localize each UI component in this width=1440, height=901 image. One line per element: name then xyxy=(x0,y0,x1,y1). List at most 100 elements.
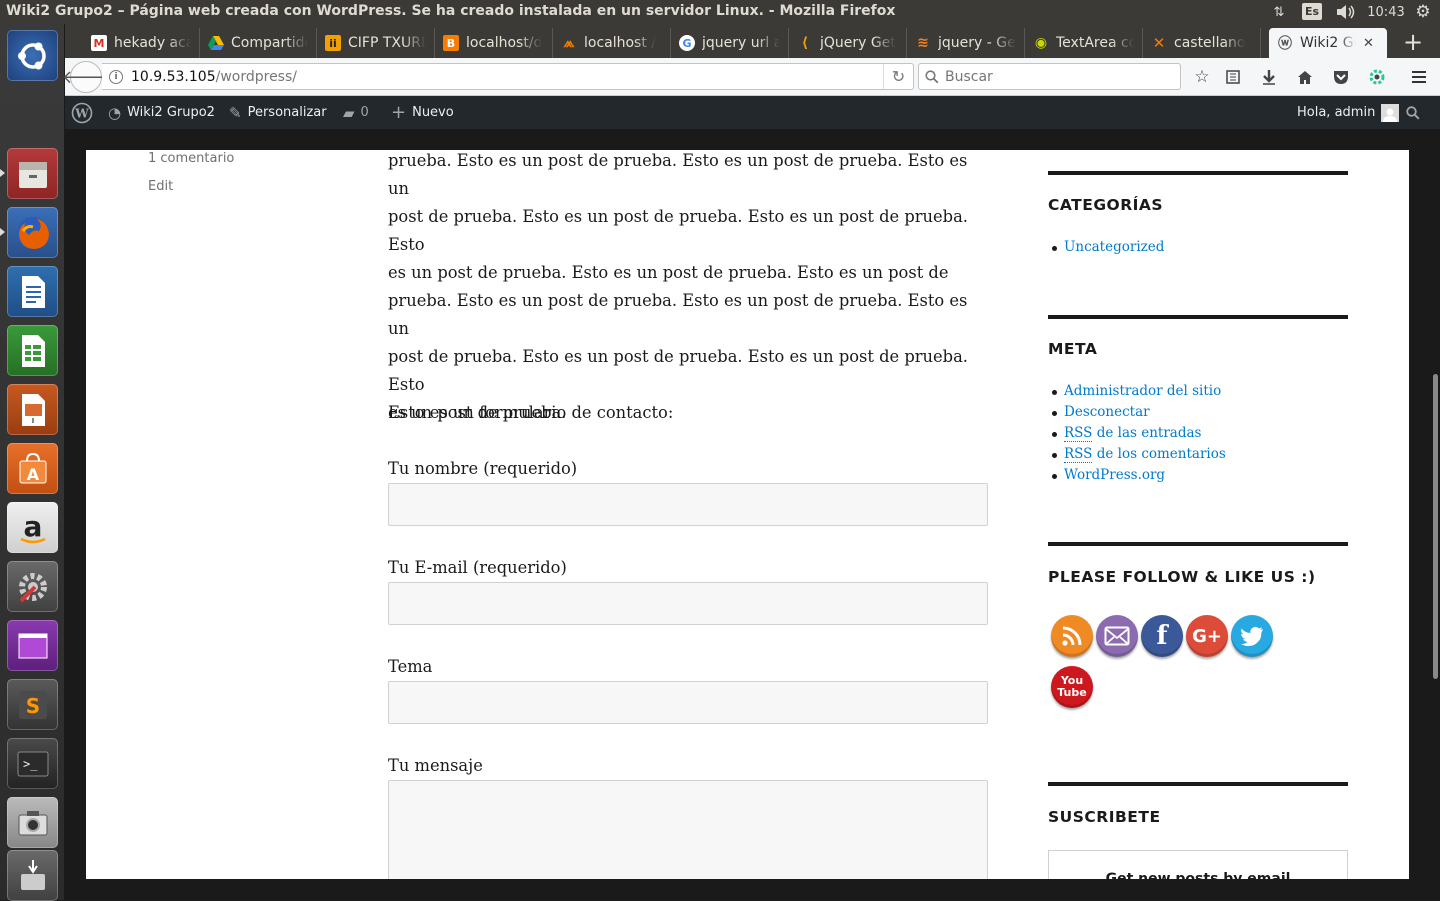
window-title: Wiki2 Grupo2 – Página web creada con Wor… xyxy=(6,3,896,19)
wp-account-item[interactable]: Hola, admin xyxy=(1297,96,1400,129)
libreoffice-calc-icon[interactable] xyxy=(7,325,58,376)
libreoffice-writer-icon[interactable] xyxy=(7,266,58,317)
wp-comments-item[interactable]: ▰ 0 xyxy=(343,96,369,129)
google-plus-social-icon[interactable]: G+ xyxy=(1186,615,1228,657)
email-label: Tu E-mail (requerido) xyxy=(388,558,567,577)
rss-abbr: RSS xyxy=(1064,446,1093,463)
reload-icon[interactable]: ↻ xyxy=(883,64,913,89)
youtube-social-icon[interactable]: You Tube xyxy=(1051,666,1093,708)
name-label: Tu nombre (requerido) xyxy=(388,459,578,478)
wp-site-name-item[interactable]: ◔ Wiki2 Grupo2 xyxy=(108,96,215,129)
sublime-text-icon[interactable]: S xyxy=(7,679,58,730)
keyboard-layout-indicator[interactable]: Es xyxy=(1302,3,1322,20)
list-item: WordPress.org xyxy=(1048,465,1226,486)
tab-label: Wiki2 Gru xyxy=(1300,35,1356,51)
post-body: prueba. Esto es un post de prueba. Esto … xyxy=(388,150,988,427)
firefox-icon[interactable] xyxy=(7,207,58,258)
hamburger-menu-icon[interactable] xyxy=(1405,63,1433,91)
meta-list: Administrador del sitio Desconectar RSS … xyxy=(1048,381,1226,486)
edit-link[interactable]: Edit xyxy=(148,179,173,194)
search-input[interactable] xyxy=(945,68,1165,85)
camera-icon[interactable] xyxy=(7,797,58,848)
email-input[interactable] xyxy=(388,582,988,625)
ubuntu-dash-icon[interactable] xyxy=(7,30,58,81)
wp-new-item[interactable]: + Nuevo xyxy=(391,96,454,129)
tab-close-icon[interactable]: ✕ xyxy=(1363,36,1374,51)
list-item: RSS de las entradas xyxy=(1048,423,1226,444)
rss-social-icon[interactable] xyxy=(1051,615,1093,657)
workspace-switcher-icon[interactable] xyxy=(7,620,58,671)
pocket-icon[interactable] xyxy=(1327,63,1355,91)
wordpress-logo-icon[interactable]: W xyxy=(71,96,93,129)
tab-gmail[interactable]: M hekady aca xyxy=(83,28,200,58)
logout-link[interactable]: Desconectar xyxy=(1064,404,1150,420)
new-tab-button[interactable]: + xyxy=(1398,28,1428,56)
libreoffice-impress-icon[interactable] xyxy=(7,384,58,435)
url-bar[interactable]: i 10.9.53.105/wordpress/ ↻ xyxy=(102,63,914,90)
tab-localhost-1[interactable]: B localhost/d xyxy=(435,28,553,58)
facebook-social-icon[interactable]: f xyxy=(1141,615,1183,657)
bookmark-star-icon[interactable]: ☆ xyxy=(1188,63,1216,91)
comment-bubble-icon: ▰ xyxy=(343,103,355,122)
site-info-icon[interactable]: i xyxy=(109,69,123,84)
downloads-icon[interactable] xyxy=(1255,63,1283,91)
tab-localhost-2[interactable]: ⩕ localhost / xyxy=(553,28,671,58)
extension-icon[interactable] xyxy=(1363,63,1391,91)
svg-text:A: A xyxy=(26,465,39,484)
site-admin-link[interactable]: Administrador del sitio xyxy=(1064,383,1221,399)
list-item: Desconectar xyxy=(1048,402,1226,423)
tab-label: jQuery Get xyxy=(820,35,896,51)
subject-label: Tema xyxy=(388,657,433,676)
post-line: es un post de prueba. Esto es un post de… xyxy=(388,263,949,282)
system-top-panel: Wiki2 Grupo2 – Página web creada con Wor… xyxy=(0,0,1440,24)
tab-castellano[interactable]: ✕ castellano xyxy=(1143,28,1261,58)
email-social-icon[interactable] xyxy=(1096,615,1138,657)
tab-textarea[interactable]: ◉ TextArea co xyxy=(1025,28,1143,58)
tab-cifp[interactable]: ii CIFP TXURD xyxy=(317,28,435,58)
search-bar[interactable] xyxy=(918,63,1181,90)
network-transfer-icon[interactable]: ⇅ xyxy=(1268,2,1290,22)
tab-stackoverflow[interactable]: ≋ jquery - Get xyxy=(907,28,1025,58)
wp-customize-item[interactable]: ✎ Personalizar xyxy=(229,96,327,129)
widget-divider xyxy=(1048,782,1348,786)
tab-jquery-get[interactable]: ⟨ jQuery Get xyxy=(789,28,907,58)
avatar xyxy=(1381,103,1400,122)
gmail-favicon-icon: M xyxy=(91,35,107,51)
files-icon[interactable] xyxy=(7,148,58,199)
twitter-social-icon[interactable] xyxy=(1231,615,1273,657)
page-scrollbar-thumb[interactable] xyxy=(1433,374,1438,679)
wp-search-icon[interactable] xyxy=(1406,96,1420,129)
clock[interactable]: 10:43 xyxy=(1366,2,1406,22)
post-line: prueba. Esto es un post de prueba. Esto … xyxy=(388,291,968,338)
usb-creator-icon[interactable] xyxy=(7,850,58,901)
rss-entries-suffix: de las entradas xyxy=(1092,425,1202,441)
tab-label: castellano xyxy=(1174,35,1246,51)
bookmarks-menu-icon[interactable] xyxy=(1219,63,1247,91)
tab-label: hekady aca xyxy=(114,35,191,51)
svg-text:a: a xyxy=(23,510,42,543)
back-button[interactable]: 🡐 xyxy=(62,61,110,93)
tab-label: Compartido xyxy=(231,35,308,51)
wordpress-org-link[interactable]: WordPress.org xyxy=(1064,467,1165,483)
category-link-uncategorized[interactable]: Uncategorized xyxy=(1064,239,1164,255)
rss-entries-link[interactable]: RSS de las entradas xyxy=(1064,425,1201,442)
subject-input[interactable] xyxy=(388,681,988,724)
amazon-icon[interactable]: a xyxy=(7,502,58,553)
message-textarea[interactable] xyxy=(388,780,988,879)
svg-text:>_: >_ xyxy=(23,757,38,771)
navigation-toolbar: 🡐 i 10.9.53.105/wordpress/ ↻ ☆ xyxy=(62,58,1440,96)
wp-admin-bar: W ◔ Wiki2 Grupo2 ✎ Personalizar ▰ 0 + Nu… xyxy=(65,96,1440,129)
comments-link[interactable]: 1 comentario xyxy=(148,151,234,166)
ubuntu-software-icon[interactable]: A xyxy=(7,443,58,494)
volume-icon[interactable] xyxy=(1333,2,1357,22)
home-icon[interactable] xyxy=(1291,63,1319,91)
system-settings-icon[interactable] xyxy=(7,561,58,612)
google-drive-favicon-icon xyxy=(208,35,224,51)
rss-comments-link[interactable]: RSS de los comentarios xyxy=(1064,446,1226,463)
tab-google-drive[interactable]: Compartido xyxy=(200,28,317,58)
terminal-icon[interactable]: >_ xyxy=(7,738,58,789)
name-input[interactable] xyxy=(388,483,988,526)
session-gear-icon[interactable]: ⚙ xyxy=(1412,2,1434,22)
tab-google-search[interactable]: G jquery url a xyxy=(671,28,789,58)
tab-wiki2-active[interactable]: ⓦ Wiki2 Gru ✕ xyxy=(1269,28,1387,58)
